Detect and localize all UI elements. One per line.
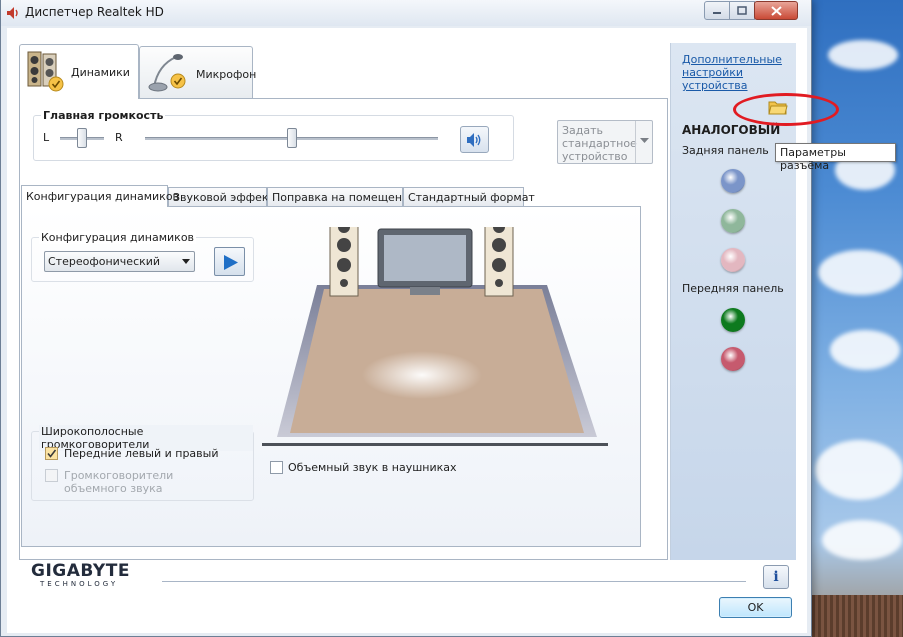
headphone-surround-label: Объемный звук в наушниках bbox=[288, 461, 457, 474]
subtab-default-format[interactable]: Стандартный формат bbox=[403, 187, 535, 207]
chevron-down-icon bbox=[640, 138, 649, 143]
speaker-configuration-panel: Конфигурация динамиков Стереофонический bbox=[21, 206, 641, 547]
close-icon bbox=[770, 5, 782, 16]
annotation-ellipse bbox=[733, 93, 839, 126]
title-bar[interactable]: Диспетчер Realtek HD bbox=[1, 0, 811, 26]
subtab-sound-effect[interactable]: Звуковой эффект bbox=[168, 187, 275, 207]
room-floor-line bbox=[262, 443, 608, 446]
rear-jack-pink[interactable] bbox=[721, 248, 745, 272]
microphone-icon bbox=[148, 54, 186, 92]
bottom-divider bbox=[162, 581, 746, 582]
speaker-app-icon bbox=[7, 7, 18, 19]
front-lr-label: Передние левый и правый bbox=[64, 447, 219, 460]
tab-microphone[interactable]: Микрофон bbox=[139, 46, 257, 98]
speakers-panel: Главная громкость L R Задать стандартное… bbox=[19, 98, 668, 560]
set-default-device-label: Задать стандартное устройство bbox=[562, 124, 637, 163]
front-lr-checkbox[interactable] bbox=[45, 447, 58, 460]
volume-slider[interactable] bbox=[286, 128, 297, 148]
speaker-room-illustration bbox=[277, 227, 597, 437]
mute-button[interactable] bbox=[460, 126, 489, 153]
speaker-config-title: Конфигурация динамиков bbox=[39, 231, 197, 244]
master-volume-group: Главная громкость L R bbox=[33, 109, 514, 161]
headphone-surround-checkbox[interactable] bbox=[270, 461, 283, 474]
close-button[interactable] bbox=[754, 1, 798, 20]
play-test-button[interactable] bbox=[214, 247, 245, 276]
tab-speakers[interactable]: Динамики bbox=[19, 44, 139, 99]
surround-speakers-label: Громкоговорители объемного звука bbox=[64, 469, 174, 495]
gigabyte-logo: GIGABYTE bbox=[31, 561, 130, 581]
subtab-speaker-configuration[interactable]: Конфигурация динамиков bbox=[21, 185, 179, 207]
house-roof bbox=[812, 595, 903, 637]
front-jack-green[interactable] bbox=[721, 308, 745, 332]
rear-panel-label: Задняя панель bbox=[682, 144, 769, 157]
maximize-button[interactable] bbox=[729, 1, 755, 20]
fullrange-speakers-group: Широкополосные громкоговорители Передние… bbox=[31, 425, 254, 501]
window-title: Диспетчер Realtek HD bbox=[25, 5, 164, 19]
analog-section-title: АНАЛОГОВЫЙ bbox=[682, 123, 781, 137]
checkmark-icon bbox=[47, 449, 57, 458]
balance-right-label: R bbox=[115, 131, 123, 144]
speakers-icon bbox=[27, 51, 64, 92]
info-button[interactable]: i bbox=[763, 565, 789, 589]
front-panel-label: Передняя панель bbox=[682, 282, 784, 295]
chevron-down-icon bbox=[182, 259, 190, 264]
realtek-window: Диспетчер Realtek HD Динамики Микрофон Г… bbox=[0, 0, 812, 637]
minimize-icon bbox=[713, 11, 721, 14]
speaker-config-select[interactable]: Стереофонический bbox=[44, 251, 195, 272]
tab-speakers-label: Динамики bbox=[71, 66, 130, 79]
connector-settings-tooltip: Параметры разъёма bbox=[775, 143, 896, 172]
speaker-volume-icon bbox=[467, 133, 481, 147]
play-icon bbox=[224, 255, 238, 270]
set-default-device-button[interactable]: Задать стандартное устройство bbox=[557, 120, 653, 164]
minimize-button[interactable] bbox=[704, 1, 730, 20]
balance-left-label: L bbox=[43, 131, 50, 144]
balance-slider[interactable] bbox=[77, 128, 87, 148]
advanced-settings-link[interactable]: Дополнительные настройки устройства bbox=[682, 53, 792, 92]
surround-speakers-checkbox[interactable] bbox=[45, 469, 58, 482]
gigabyte-logo-subtitle: TECHNOLOGY bbox=[40, 580, 119, 588]
rear-jack-blue[interactable] bbox=[721, 169, 745, 193]
subtab-room-correction[interactable]: Поправка на помещение bbox=[267, 187, 416, 207]
speaker-config-value: Стереофонический bbox=[48, 255, 161, 268]
front-jack-pink[interactable] bbox=[721, 347, 745, 371]
tab-microphone-label: Микрофон bbox=[196, 68, 257, 81]
set-default-device-dropdown[interactable] bbox=[635, 121, 652, 163]
ok-button[interactable]: OK bbox=[719, 597, 792, 618]
client-area: Динамики Микрофон Главная громкость L R … bbox=[7, 28, 807, 633]
speaker-config-group: Конфигурация динамиков Стереофонический bbox=[31, 231, 254, 282]
device-tabs-area: Динамики Микрофон Главная громкость L R … bbox=[19, 44, 674, 564]
rear-jack-green[interactable] bbox=[721, 209, 745, 233]
maximize-icon bbox=[737, 6, 747, 15]
master-volume-title: Главная громкость bbox=[41, 109, 166, 122]
